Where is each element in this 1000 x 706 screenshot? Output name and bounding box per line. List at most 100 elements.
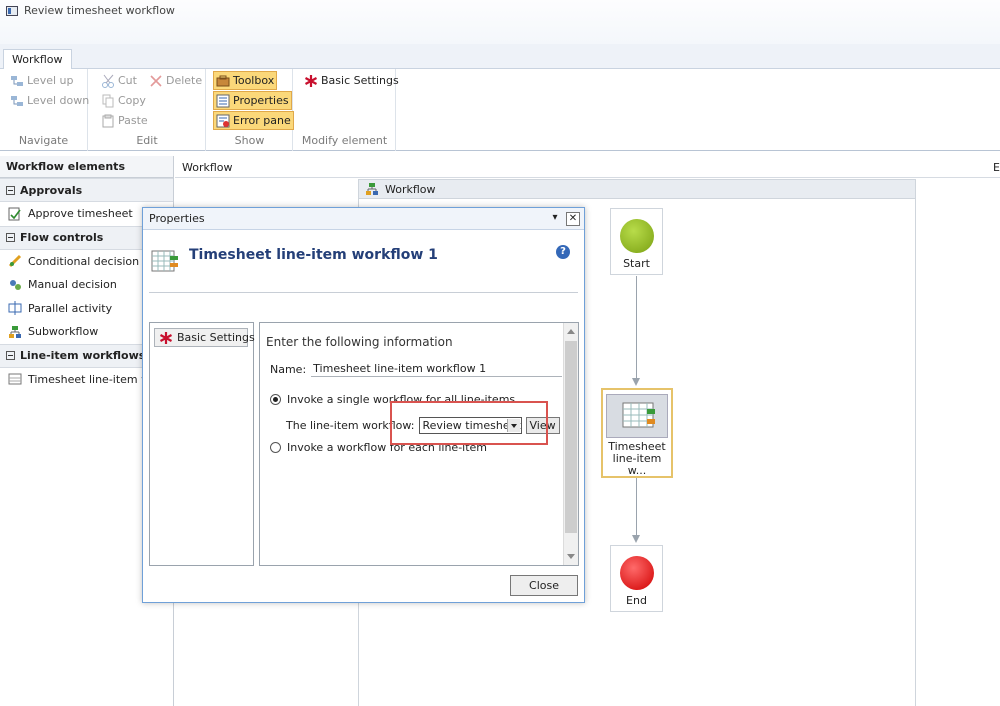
end-circle-icon xyxy=(619,556,654,590)
ribbon: Level up Level down Navigate Cut Delete xyxy=(0,69,1000,151)
scroll-thumb[interactable] xyxy=(565,341,577,533)
workflow-band-label: Workflow xyxy=(385,182,436,196)
chevron-down-icon[interactable] xyxy=(506,419,520,432)
name-input[interactable] xyxy=(311,361,563,377)
cut-button[interactable]: Cut xyxy=(99,71,139,90)
delete-button[interactable]: Delete xyxy=(147,71,204,90)
conditional-decision-icon xyxy=(8,254,22,268)
radio-single-workflow[interactable] xyxy=(270,394,281,405)
navigate-group-label: Navigate xyxy=(18,134,69,147)
dialog-nav-pane: Basic Settings xyxy=(149,322,255,566)
line-item-workflow-label: The line-item workflow: xyxy=(286,419,415,432)
list-item-label: Manual decision xyxy=(28,278,117,292)
collapse-icon[interactable] xyxy=(6,351,15,360)
level-down-icon xyxy=(10,94,24,108)
paste-button[interactable]: Paste xyxy=(99,111,150,130)
line-item-workflow-row: The line-item workflow: Review timesheet… xyxy=(286,417,560,434)
properties-dialog: Properties ▾ ✕ Timesheet line-item workf… xyxy=(142,207,585,603)
dropdown-arrow-icon[interactable]: ▾ xyxy=(548,212,562,226)
end-node-label: End xyxy=(626,594,647,607)
line-item-workflow-select[interactable]: Review timesheet workflow xyxy=(418,417,522,434)
line-item-node-label: Timesheet line-item w... xyxy=(608,440,666,477)
start-node[interactable]: Start xyxy=(610,208,663,275)
name-label: Name: xyxy=(270,362,307,376)
basic-settings-ribbon-label: Basic Settings xyxy=(321,74,399,87)
level-down-button[interactable]: Level down xyxy=(8,91,91,110)
copy-icon xyxy=(101,94,115,108)
close-button[interactable]: Close xyxy=(510,575,578,596)
dialog-header: Timesheet line-item workflow 1 ? xyxy=(149,238,578,293)
ribbon-group-modify: Basic Settings Modify element xyxy=(294,69,399,151)
error-pane-toggle[interactable]: Error pane xyxy=(213,111,294,130)
collapse-icon[interactable] xyxy=(6,185,15,195)
toolbox-toggle[interactable]: Toolbox xyxy=(213,71,278,90)
connector-line xyxy=(636,478,637,535)
settings-scrollbar[interactable] xyxy=(563,323,578,565)
list-item-label: Conditional decision xyxy=(28,254,140,268)
delete-x-icon xyxy=(149,74,163,88)
properties-icon xyxy=(216,94,230,108)
parallel-activity-icon xyxy=(8,301,22,316)
basic-settings-button[interactable]: Basic Settings xyxy=(154,328,255,347)
toolbox-label: Toolbox xyxy=(233,74,275,87)
list-item-label: Subworkflow xyxy=(28,325,99,339)
show-group-label: Show xyxy=(234,134,265,147)
help-icon[interactable]: ? xyxy=(556,245,570,259)
title-bar: Review timesheet workflow xyxy=(0,0,1000,44)
level-up-button[interactable]: Level up xyxy=(8,71,76,90)
ribbon-group-navigate: Level up Level down Navigate xyxy=(0,69,91,151)
line-item-node-icon xyxy=(606,394,668,438)
level-up-icon xyxy=(10,74,24,88)
copy-button[interactable]: Copy xyxy=(99,91,148,110)
workflow-elements-title: Workflow elements xyxy=(0,156,173,178)
line-item-workflow-node[interactable]: Timesheet line-item w... xyxy=(601,388,673,478)
start-circle-icon xyxy=(619,219,654,253)
scissors-icon xyxy=(101,74,115,88)
line-item-workflow-icon xyxy=(8,372,22,386)
subworkflow-icon xyxy=(8,325,22,339)
group-label: Line-item workflows xyxy=(20,349,146,362)
group-label: Flow controls xyxy=(20,231,104,244)
toolbox-icon xyxy=(216,74,230,88)
basic-settings-ribbon-button[interactable]: Basic Settings xyxy=(302,71,401,90)
tab-workflow[interactable]: Workflow xyxy=(3,49,72,70)
ribbon-group-show: Toolbox Properties Error pane Show xyxy=(207,69,294,151)
group-approvals[interactable]: Approvals xyxy=(0,178,173,202)
connector-arrow xyxy=(632,535,640,543)
workflow-band: Workflow xyxy=(358,179,916,199)
approve-icon xyxy=(8,207,22,221)
start-node-label: Start xyxy=(623,257,650,270)
connector-line xyxy=(636,276,637,378)
close-icon[interactable]: ✕ xyxy=(566,212,580,226)
radio-each-workflow[interactable] xyxy=(270,442,281,453)
basic-settings-label: Basic Settings xyxy=(177,331,255,344)
scroll-up-icon[interactable] xyxy=(567,329,575,334)
scroll-down-icon[interactable] xyxy=(567,554,575,559)
asterisk-icon xyxy=(304,74,318,88)
option-each-workflow[interactable]: Invoke a workflow for each line-item xyxy=(270,441,487,454)
collapse-icon[interactable] xyxy=(6,233,15,242)
option-each-label: Invoke a workflow for each line-item xyxy=(287,441,488,454)
option-single-workflow[interactable]: Invoke a single workflow for all line-it… xyxy=(270,393,515,406)
group-label: Approvals xyxy=(20,183,83,197)
option-single-label: Invoke a single workflow for all line-it… xyxy=(287,393,516,406)
line-item-workflow-icon xyxy=(151,248,179,277)
dialog-title-bar: Properties ▾ ✕ xyxy=(143,208,584,230)
ribbon-tabstrip: Workflow xyxy=(0,44,1000,70)
view-button[interactable]: View xyxy=(525,417,560,434)
dialog-title: Properties xyxy=(149,212,205,225)
modify-group-label: Modify element xyxy=(301,134,388,147)
properties-label: Properties xyxy=(233,94,289,107)
level-down-label: Level down xyxy=(27,94,90,107)
canvas-title: Workflow xyxy=(182,161,233,174)
properties-toggle[interactable]: Properties xyxy=(213,91,292,110)
canvas-header-right: E xyxy=(993,161,1000,174)
list-item-label: Approve timesheet xyxy=(28,207,133,221)
list-item-label: Parallel activity xyxy=(28,301,113,315)
delete-label: Delete xyxy=(166,74,203,87)
paste-label: Paste xyxy=(118,114,148,127)
end-node[interactable]: End xyxy=(610,545,663,612)
canvas-header: Workflow E xyxy=(175,156,1000,178)
edit-group-label: Edit xyxy=(136,134,158,147)
copy-label: Copy xyxy=(118,94,146,107)
